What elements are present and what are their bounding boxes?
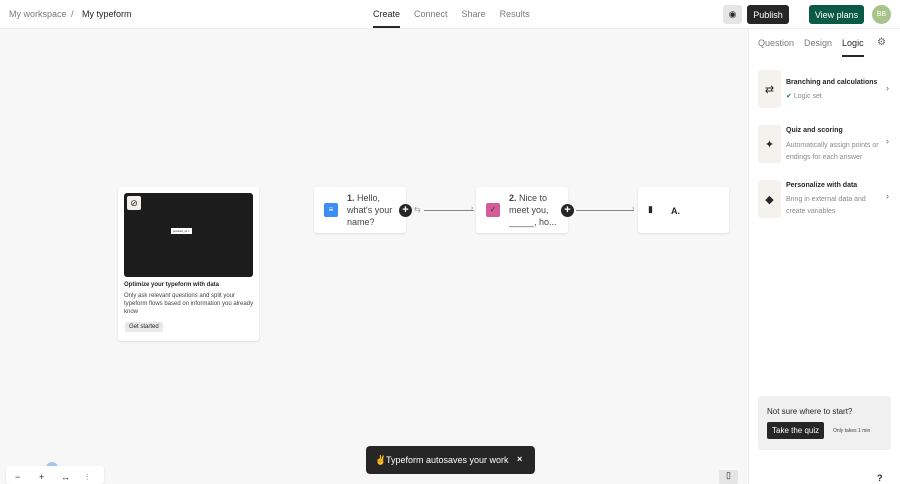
tab-create[interactable]: Create xyxy=(373,0,401,28)
tag-icon: ◆ xyxy=(758,180,781,218)
check-icon: ✔ xyxy=(786,93,792,100)
question-text: Nice to meet you, _____, ho... xyxy=(509,193,557,227)
option-desc: Automatically assign points or endings f… xyxy=(786,142,879,161)
ending-text: A. xyxy=(671,206,680,216)
zoom-out-button[interactable]: − xyxy=(15,472,20,482)
adjust-icon[interactable]: ⫶ xyxy=(86,472,88,483)
option-title: Personalize with data xyxy=(786,182,858,189)
chevron-right-icon: › xyxy=(886,83,889,93)
avatar[interactable]: BB xyxy=(872,5,891,24)
tab-share[interactable]: Share xyxy=(462,0,486,28)
toast-close-icon[interactable]: × xyxy=(517,454,522,464)
tab-logic[interactable]: Logic xyxy=(842,38,864,57)
add-node-plus-icon[interactable]: + xyxy=(561,204,574,217)
autosave-toast: ✌ Typeform autosaves your work × xyxy=(366,446,535,474)
settings-gear-icon[interactable]: ⚙ xyxy=(877,37,886,48)
victory-hand-icon: ✌ xyxy=(375,455,387,465)
take-quiz-button[interactable]: Take the quiz xyxy=(767,422,825,439)
promo-badge: product_id × xyxy=(171,228,192,234)
quiz-prompt: Not sure where to start? xyxy=(767,407,853,416)
view-plans-button[interactable]: View plans xyxy=(809,5,864,24)
tab-question[interactable]: Question xyxy=(758,38,794,57)
help-button[interactable]: ? xyxy=(877,473,883,483)
checkbox-icon: ✓ xyxy=(486,203,500,217)
promo-title: Optimize your typeform with data xyxy=(124,282,220,288)
connector-line xyxy=(576,210,634,211)
question-node-1[interactable]: ≡ 1. Hello, what's your name? xyxy=(314,187,406,233)
breadcrumb-workspace[interactable]: My workspace xyxy=(9,9,67,19)
zoom-in-button[interactable]: + xyxy=(39,472,44,482)
top-bar: My workspace / My typeform Create Connec… xyxy=(0,0,900,29)
breadcrumb-form[interactable]: My typeform xyxy=(82,9,132,19)
add-node-plus-icon[interactable]: + xyxy=(399,204,412,217)
question-node-2[interactable]: ✓ 2. Nice to meet you, _____, ho... xyxy=(476,187,568,233)
toast-text: Typeform autosaves your work xyxy=(386,455,509,465)
ending-icon: ▮ xyxy=(648,204,653,214)
publish-button[interactable]: Publish xyxy=(747,5,789,24)
arrow-icon: › xyxy=(471,205,474,212)
question-number: 2. xyxy=(509,193,517,203)
branch-icon: ⇄ xyxy=(758,70,781,108)
tab-connect[interactable]: Connect xyxy=(414,0,448,28)
toggle-panel-icon[interactable]: ▯ xyxy=(719,470,738,484)
option-title: Quiz and scoring xyxy=(786,127,843,134)
quiz-note: Only takes 1 min xyxy=(833,428,871,434)
short-text-icon: ≡ xyxy=(324,203,338,217)
arrow-icon: › xyxy=(632,205,635,212)
sparkle-icon: ✦ xyxy=(758,125,781,163)
connector-line xyxy=(424,210,474,211)
option-personalize[interactable]: ◆ Personalize with data Bring in externa… xyxy=(758,180,898,218)
option-quiz[interactable]: ✦ Quiz and scoring Automatically assign … xyxy=(758,125,898,163)
fit-width-icon[interactable]: ↔ xyxy=(61,472,70,482)
tab-results[interactable]: Results xyxy=(500,0,530,28)
question-number: 1. xyxy=(347,193,355,203)
logic-branch-icon[interactable]: ⇆ xyxy=(414,205,421,214)
breadcrumb-separator: / xyxy=(71,9,74,19)
zoom-controls: − + ↔ ⫶ xyxy=(6,466,104,484)
chevron-right-icon: › xyxy=(886,191,889,201)
tab-design[interactable]: Design xyxy=(804,38,832,57)
promo-card: ⊘ product_id × Optimize your typeform wi… xyxy=(118,187,259,341)
option-title: Branching and calculations xyxy=(786,79,878,86)
option-desc: Logic set xyxy=(793,93,822,100)
preview-eye-icon[interactable]: ◉ xyxy=(723,5,742,24)
option-branching[interactable]: ⇄ Branching and calculations ✔ Logic set… xyxy=(758,70,898,108)
chevron-right-icon: › xyxy=(886,136,889,146)
option-desc: Bring in external data and create variab… xyxy=(786,196,866,215)
promo-image: ⊘ product_id × xyxy=(124,193,253,277)
right-sidebar: Question Design Logic ⚙ ⇄ Branching and … xyxy=(748,29,900,484)
quiz-prompt-card: Not sure where to start? Take the quiz O… xyxy=(758,396,891,450)
ending-node[interactable]: ▮ A. xyxy=(638,187,729,233)
main-tabs: Create Connect Share Results xyxy=(373,0,530,28)
promo-desc: Only ask relevant questions and split yo… xyxy=(124,293,254,315)
hidden-field-icon: ⊘ xyxy=(127,196,141,210)
get-started-button[interactable]: Get started xyxy=(125,322,163,332)
